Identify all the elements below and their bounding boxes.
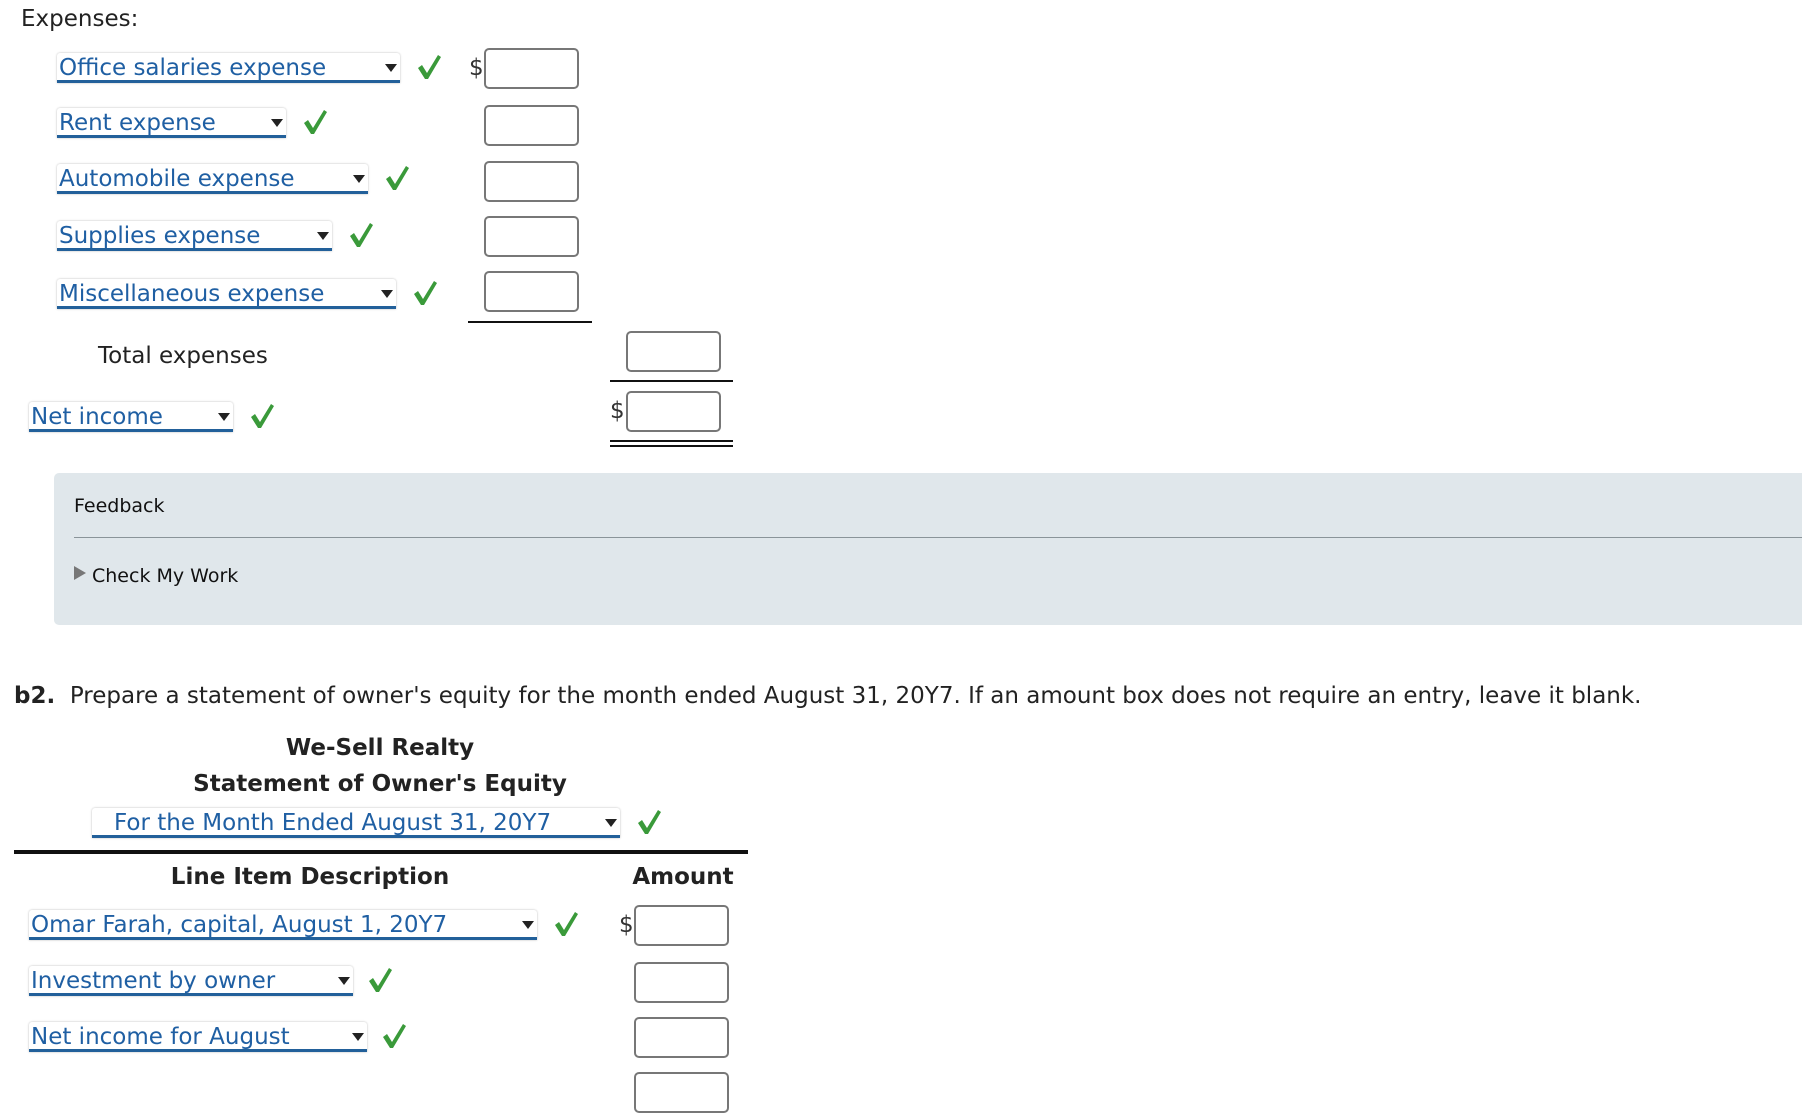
dropdown-label: Omar Farah, capital, August 1, 20Y7	[31, 912, 448, 938]
checkmark-icon	[381, 1022, 407, 1050]
miscellaneous-expense-dropdown[interactable]: Miscellaneous expense	[57, 279, 396, 309]
checkmark-icon	[302, 108, 328, 136]
checkmark-icon	[249, 402, 275, 430]
office-salaries-amount-input[interactable]	[484, 48, 579, 89]
chevron-down-icon	[317, 232, 329, 240]
total-rule	[610, 380, 733, 382]
column-header-amount: Amount	[632, 864, 734, 890]
chevron-down-icon	[218, 413, 230, 421]
checkmark-icon	[416, 53, 442, 81]
chevron-down-icon	[605, 819, 617, 827]
dropdown-label: Automobile expense	[59, 166, 295, 192]
column-header-description: Line Item Description	[170, 864, 450, 890]
next-amount-input[interactable]	[634, 1072, 729, 1113]
checkmark-icon	[384, 164, 410, 192]
dropdown-label: Investment by owner	[31, 968, 276, 994]
triangle-right-icon	[74, 566, 86, 580]
b2-instruction: b2. Prepare a statement of owner's equit…	[14, 683, 1642, 709]
checkmark-icon	[553, 910, 579, 938]
feedback-title: Feedback	[74, 495, 165, 517]
dollar-sign: $	[619, 912, 634, 938]
rent-expense-amount-input[interactable]	[484, 105, 579, 146]
investment-amount-input[interactable]	[634, 962, 729, 1003]
check-my-work-label: Check My Work	[92, 565, 239, 587]
dropdown-label: For the Month Ended August 31, 20Y7	[114, 810, 552, 836]
dropdown-label: Supplies expense	[59, 223, 261, 249]
net-income-input[interactable]	[626, 391, 721, 432]
net-income-dropdown[interactable]: Net income	[29, 402, 233, 432]
double-rule-bottom	[610, 445, 733, 447]
dropdown-label: Miscellaneous expense	[59, 281, 325, 307]
checkmark-icon	[367, 966, 393, 994]
supplies-expense-amount-input[interactable]	[484, 216, 579, 257]
dropdown-label: Net income for August	[31, 1024, 290, 1050]
header-rule	[14, 850, 748, 854]
company-name: We-Sell Realty	[285, 735, 475, 761]
capital-beginning-dropdown[interactable]: Omar Farah, capital, August 1, 20Y7	[29, 910, 537, 940]
dollar-sign: $	[610, 398, 625, 424]
office-salaries-dropdown[interactable]: Office salaries expense	[57, 53, 400, 83]
capital-beginning-amount-input[interactable]	[634, 905, 729, 946]
total-expenses-input[interactable]	[626, 331, 721, 372]
statement-title: Statement of Owner's Equity	[193, 771, 567, 797]
dropdown-label: Net income	[31, 404, 163, 430]
period-dropdown[interactable]: For the Month Ended August 31, 20Y7	[92, 808, 620, 838]
feedback-panel: Feedback Check My Work	[54, 473, 1802, 625]
automobile-expense-amount-input[interactable]	[484, 161, 579, 202]
chevron-down-icon	[352, 1033, 364, 1041]
miscellaneous-expense-amount-input[interactable]	[484, 271, 579, 312]
double-rule-top	[610, 440, 733, 442]
automobile-expense-dropdown[interactable]: Automobile expense	[57, 164, 368, 194]
chevron-down-icon	[338, 977, 350, 985]
checkmark-icon	[636, 808, 662, 836]
dropdown-label: Office salaries expense	[59, 55, 327, 81]
chevron-down-icon	[385, 64, 397, 72]
check-my-work-toggle[interactable]: Check My Work	[74, 565, 238, 587]
net-income-for-august-dropdown[interactable]: Net income for August	[29, 1022, 367, 1052]
supplies-expense-dropdown[interactable]: Supplies expense	[57, 221, 332, 251]
investment-by-owner-dropdown[interactable]: Investment by owner	[29, 966, 353, 996]
net-income-august-amount-input[interactable]	[634, 1017, 729, 1058]
question-number: b2.	[14, 683, 56, 709]
chevron-down-icon	[353, 175, 365, 183]
subtotal-rule	[468, 321, 592, 323]
rent-expense-dropdown[interactable]: Rent expense	[57, 108, 286, 138]
instruction-text: Prepare a statement of owner's equity fo…	[69, 683, 1642, 709]
checkmark-icon	[412, 279, 438, 307]
chevron-down-icon	[381, 290, 393, 298]
total-expenses-label: Total expenses	[98, 343, 268, 369]
checkmark-icon	[348, 221, 374, 249]
chevron-down-icon	[271, 119, 283, 127]
dollar-sign: $	[469, 55, 484, 81]
expenses-heading: Expenses:	[21, 6, 139, 32]
feedback-divider	[74, 537, 1802, 538]
chevron-down-icon	[522, 921, 534, 929]
dropdown-label: Rent expense	[59, 110, 216, 136]
